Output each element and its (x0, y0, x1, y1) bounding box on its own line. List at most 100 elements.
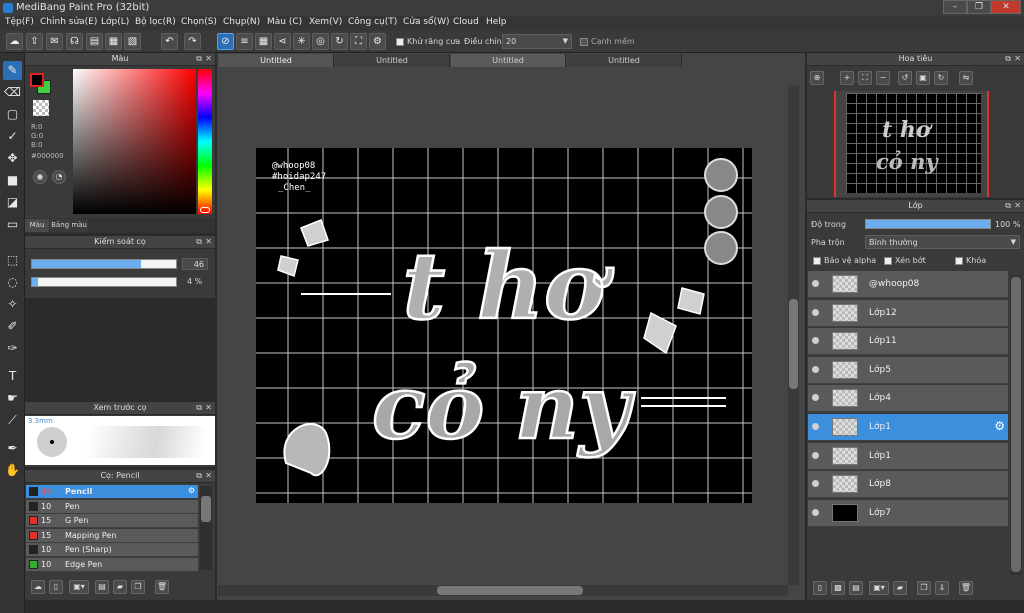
radial-snap-icon[interactable]: ✳ (293, 33, 310, 50)
perspective-snap-icon[interactable]: ⛶ (350, 33, 367, 50)
chat-icon[interactable]: ☊ (66, 33, 83, 50)
document-icon[interactable]: ▤ (86, 33, 103, 50)
visibility-icon[interactable] (812, 451, 819, 459)
layer-scrollbar[interactable] (1010, 275, 1022, 575)
fit-icon[interactable]: ⛶ (858, 71, 872, 85)
menu-edit[interactable]: Chỉnh sửa(E) (40, 17, 97, 27)
layer-row[interactable]: Lớp8 (808, 471, 1008, 499)
minimize-button[interactable]: – (943, 0, 967, 14)
gear-icon[interactable]: ⚙ (994, 419, 1005, 433)
brush-list-item[interactable]: 10 Pen (26, 499, 198, 514)
selection-pen-icon[interactable]: ✓ (3, 127, 22, 146)
grid-icon[interactable]: ▦ (105, 33, 122, 50)
zoom-in-icon[interactable]: ⊕ (810, 71, 824, 85)
layer-row[interactable]: Lớp5 (808, 356, 1008, 384)
blend-mode-select[interactable]: Bình thường ▼ (865, 235, 1020, 249)
lock-checkbox[interactable] (955, 257, 963, 265)
brush-size-value[interactable]: 46 (182, 258, 208, 270)
cloud-icon[interactable]: ☁ (6, 33, 23, 50)
tab-palette[interactable]: Bảng màu (50, 219, 88, 232)
horizontal-scroll-thumb[interactable] (437, 586, 583, 595)
divide-tool-icon[interactable]: ⟋ (3, 411, 22, 430)
layer-row[interactable]: @whoop08 (808, 271, 1008, 298)
maximize-button[interactable]: ❐ (967, 0, 991, 14)
fit-window-icon[interactable]: ▣ (916, 71, 930, 85)
brush-size-slider[interactable] (31, 259, 177, 269)
layer-row[interactable]: Lớp12 (808, 299, 1008, 327)
hue-slider[interactable] (198, 69, 212, 214)
layer-row[interactable]: Lớp1 (808, 442, 1008, 470)
gradient-tool-icon[interactable]: ▭ (3, 215, 22, 234)
concentric-snap-icon[interactable]: ◎ (312, 33, 329, 50)
visibility-icon[interactable] (812, 480, 819, 488)
eyedropper-tool-icon[interactable]: ✒ (3, 439, 22, 458)
brush-list-scrollbar[interactable] (200, 486, 212, 570)
saturation-value-picker[interactable] (73, 69, 196, 214)
menu-cloud[interactable]: Cloud (453, 17, 479, 27)
palette-icon[interactable]: ◉ (33, 170, 47, 184)
visibility-icon[interactable] (812, 394, 819, 402)
fill-rect-icon[interactable]: ■ (3, 171, 22, 190)
brush-list-item[interactable]: 46 Pencil ⚙ (26, 485, 198, 499)
layer-row[interactable]: Lớp4 (808, 385, 1008, 413)
close-button[interactable]: ✕ (991, 0, 1021, 14)
share-icon[interactable]: ⇪ (26, 33, 43, 50)
add-brush-icon[interactable]: ▣▾ (69, 580, 89, 594)
panels-icon[interactable]: ▧ (124, 33, 141, 50)
visibility-icon[interactable] (812, 508, 819, 516)
menu-help[interactable]: Help (486, 17, 507, 27)
float-icon[interactable]: ⧉ (1005, 200, 1011, 212)
float-icon[interactable]: ⧉ (1005, 53, 1011, 65)
layer-scroll-thumb[interactable] (1011, 277, 1021, 572)
layer-row[interactable]: Lớp1 ⚙ (808, 414, 1008, 441)
visibility-icon[interactable] (812, 308, 819, 316)
correction-select[interactable]: 20 ▼ (502, 34, 572, 49)
visibility-icon[interactable] (812, 280, 819, 287)
menu-filter[interactable]: Bộ lọc(R) (135, 17, 176, 27)
vertical-scroll-thumb[interactable] (789, 299, 798, 389)
duplicate-icon[interactable]: ❐ (131, 580, 145, 594)
hue-handle[interactable] (200, 207, 210, 213)
navigator-viewport[interactable]: t hơ cỏ ny (834, 91, 989, 197)
menu-capture[interactable]: Chụp(N) (223, 17, 260, 27)
layer-row[interactable]: Lớp7 (808, 499, 1008, 527)
color-wheel-icon[interactable]: ◔ (52, 170, 66, 184)
visibility-icon[interactable] (812, 423, 819, 430)
zoom-in-icon[interactable]: + (840, 71, 854, 85)
soft-edge-checkbox[interactable] (580, 38, 588, 46)
menu-color[interactable]: Màu (C) (267, 17, 302, 27)
brush-list-item[interactable]: 10 Pen (Sharp) (26, 543, 198, 557)
folder-icon[interactable]: ▰ (893, 581, 907, 595)
drawing-canvas[interactable]: @whoop08 #hoidap247 _Chen_ t hơ cỏ ny (256, 148, 752, 503)
flip-icon[interactable]: ⇋ (959, 71, 973, 85)
close-icon[interactable]: ✕ (205, 470, 212, 482)
operation-tool-icon[interactable]: ☛ (3, 389, 22, 408)
visibility-icon[interactable] (812, 337, 819, 345)
radial-line-icon[interactable]: ⋖ (274, 33, 291, 50)
tab-document-3[interactable]: Untitled (451, 54, 566, 67)
snap-off-icon[interactable]: ⊘ (217, 33, 234, 50)
select-eraser-icon[interactable]: ✑ (3, 339, 22, 358)
float-icon[interactable]: ⧉ (196, 236, 202, 248)
new-layer-icon[interactable]: ▯ (813, 581, 827, 595)
brush-list-item[interactable]: 10 Edge Pen (26, 557, 198, 572)
tab-document-4[interactable]: Untitled (567, 54, 682, 67)
canvas-horizontal-scrollbar[interactable] (218, 585, 788, 596)
brush-list-item[interactable]: 15 G Pen (26, 514, 198, 528)
float-icon[interactable]: ⧉ (196, 470, 202, 482)
new-halftone-layer-icon[interactable]: ▩ (831, 581, 845, 595)
menu-tools[interactable]: Công cụ(T) (348, 17, 397, 27)
merge-down-icon[interactable]: ⇓ (935, 581, 949, 595)
rotate-left-icon[interactable]: ↺ (898, 71, 912, 85)
folder-icon[interactable]: ▰ (113, 580, 127, 594)
layer-opacity-slider[interactable] (865, 219, 991, 229)
brush-opacity-slider[interactable] (31, 277, 177, 287)
undo-icon[interactable]: ↶ (161, 33, 178, 50)
select-pen-icon[interactable]: ✐ (3, 317, 22, 336)
trash-icon[interactable]: 🗑 (959, 581, 973, 595)
tab-document-2[interactable]: Untitled (335, 54, 450, 67)
brush-settings-icon[interactable]: ▤ (95, 580, 109, 594)
close-icon[interactable]: ✕ (205, 402, 212, 414)
redo-icon[interactable]: ↷ (184, 33, 201, 50)
close-icon[interactable]: ✕ (205, 53, 212, 65)
